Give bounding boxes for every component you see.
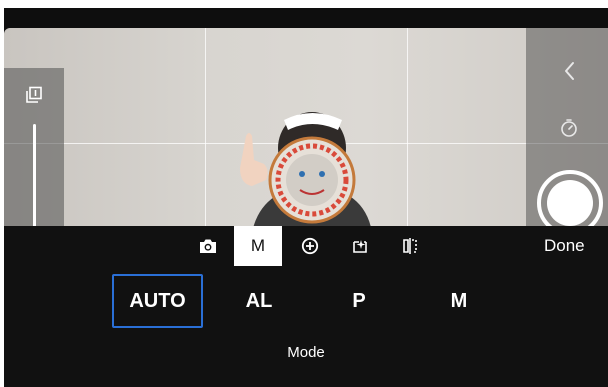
camera-icon [200,239,216,253]
mode-caption: Mode [287,344,325,361]
left-control-panel [4,68,64,232]
add-tab[interactable] [296,226,324,266]
page-counter-icon[interactable] [25,86,43,104]
camera-viewfinder[interactable] [4,28,608,232]
mirror-icon [403,238,417,254]
grid-line-vertical-1 [205,28,206,232]
grid-line-vertical-2 [407,28,408,232]
manual-tab-label: M [250,236,266,255]
mode-option-p[interactable]: P [339,274,379,328]
mode-option-m[interactable]: M [439,274,479,328]
subject-preview [240,112,372,232]
camera-app: M Done AUTO AL P M Mode [4,8,608,387]
mirror-tab[interactable] [396,226,424,266]
chevron-left-icon[interactable] [560,60,580,82]
mode-option-auto[interactable]: AUTO [112,274,203,328]
sparkle-box-icon [353,240,367,253]
shutter-button-inner [547,180,593,226]
zoom-slider[interactable] [33,124,36,232]
add-circle-icon [301,237,319,255]
timer-icon[interactable] [559,118,579,138]
tab-manual[interactable]: M [234,226,282,266]
mode-toolbar: M Done [4,226,608,266]
camera-tab[interactable] [194,226,222,266]
mode-selector: AUTO AL P M Mode [4,266,608,387]
mode-option-al[interactable]: AL [234,274,284,328]
done-button[interactable]: Done [544,226,585,266]
enhance-tab[interactable] [346,226,374,266]
